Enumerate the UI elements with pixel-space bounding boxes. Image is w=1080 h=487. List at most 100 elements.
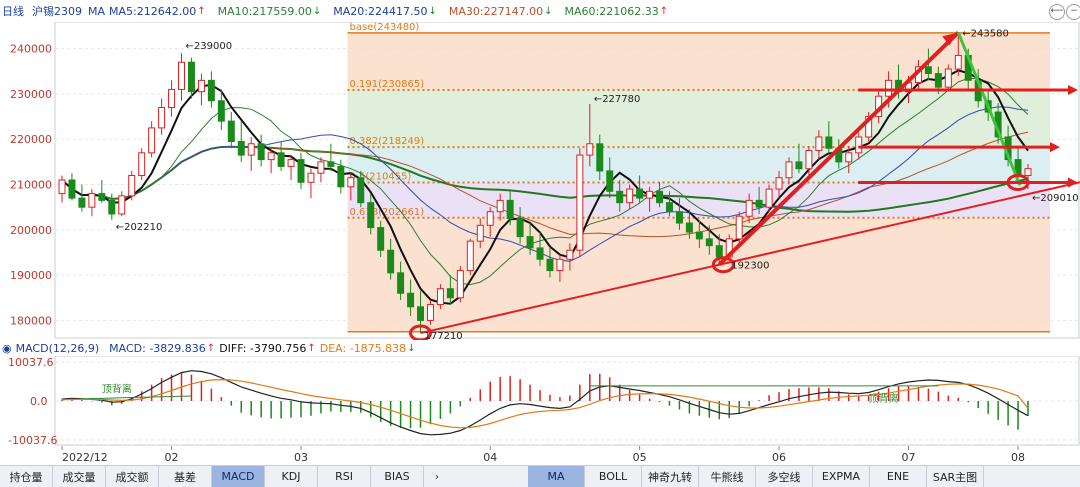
sub-indicator-tab[interactable]: 成交额 [106,466,159,487]
candle-body [466,240,474,272]
ma30-item: MA30:227147.00 ↓ [448,4,553,18]
sub-indicator-tab[interactable]: 基差 [159,466,212,487]
dea-value: DEA: -1875.838 [319,341,407,355]
macd-params: MACD(12,26,9) [15,341,100,355]
candle-body [735,215,743,240]
candle-body [755,199,763,208]
back-icon[interactable]: ⟵ [1049,4,1065,20]
candle-body [128,174,136,197]
x-tick-label: 2022/12 [62,451,108,464]
macd-y-tick: 10037.6 [8,356,54,369]
divergence-label: 顶背离 [869,392,899,405]
x-tick-label: 08 [1011,451,1025,464]
y-tick-label: 210000 [10,179,52,192]
macd-legend-bar: ◉ MACD(12,26,9) MACD: -3829.836 ↑ DIFF: -… [0,340,1080,356]
arrow-down-icon: ↓ [312,5,322,17]
candle-body [287,159,295,167]
macd-chart[interactable]: 10037.60.0-10037.6顶背离顶背离 [0,356,1080,446]
sub-indicator-tab[interactable]: MACD [212,466,265,487]
candle-body [347,177,355,188]
candle-body [267,152,275,161]
arrow-up-icon: ↑ [197,5,206,17]
sub-indicator-tab[interactable]: KDJ [265,466,318,487]
candle-body [775,177,783,190]
ma-legend-bar: 日线 沪锡2309 MA MA5:212642.00 ↑ MA10:217559.… [0,0,1080,22]
candle-body [556,258,564,272]
candle-body [78,197,86,208]
candle-body [924,66,932,75]
arrow-down-icon: ↓ [407,342,416,354]
candle-body [576,154,584,251]
main-indicator-tab[interactable]: SAR主图 [927,466,984,487]
main-indicator-tab[interactable]: MA [528,466,585,487]
candle-body [187,61,195,93]
main-indicator-tab[interactable]: BOLL [585,466,642,487]
sub-indicator-tab[interactable]: 成交量 [53,466,106,487]
macd-y-tick: 0.0 [30,395,48,408]
candle-body [626,188,634,204]
y-tick-label: 180000 [10,314,52,327]
sub-indicator-tab[interactable]: BIAS [371,466,424,487]
ma20-name: MA20 [333,4,365,18]
main-indicator-tab[interactable]: 多空线 [756,466,813,487]
candle-body [845,152,853,163]
sub-indicator-tab[interactable]: RSI [318,466,371,487]
candle-body [944,68,952,88]
candle-body [825,136,833,149]
ma10-value: 217559.00 [252,4,312,18]
candle-body [247,143,255,156]
x-axis: 2022/12 02 03 04 05 06 07 08 [61,446,1025,464]
candle-body [436,288,444,306]
candlestick-chart[interactable]: 240000 230000 220000 210000 200000 190000 1800… [0,22,1080,340]
main-indicator-tab[interactable]: ENE [870,466,927,487]
price-annotation: ←243580 [962,28,1009,39]
main-indicator-tab[interactable]: 神奇九转 [642,466,699,487]
main-indicator-tab[interactable]: EXPMA [813,466,870,487]
candle-body [656,190,664,204]
y-tick-label: 190000 [10,269,52,282]
fib-label: base(243480) [350,22,420,33]
ma5-value: 212642.00 [136,4,197,18]
candle-body [138,152,146,176]
candle-body [586,143,594,156]
candle-body [596,143,604,172]
fib-band [347,32,1050,91]
ma-prefix: MA MA5:212642.00 ↑ [88,4,206,18]
candle-body [148,127,156,154]
x-tick-label: 06 [772,451,786,464]
candle-body [307,172,315,183]
ma10-name: MA10 [217,4,249,18]
minus-icon[interactable]: − [1066,4,1080,20]
candle-body [297,159,305,183]
macd-collapse-icon[interactable]: ◉ [2,342,12,355]
candle-body [426,304,434,321]
candle-body [217,100,225,122]
candle-body [377,227,385,251]
arrow-head [1050,142,1060,153]
ma5-name: MA5 [109,4,134,18]
candle-body [934,73,942,88]
candle-body [407,292,415,308]
main-indicator-tab[interactable]: 牛熊线 [699,466,756,487]
candle-body [795,161,803,170]
sub-indicator-tab[interactable]: 持仓量 [0,466,53,487]
tabs-more-icon[interactable]: › [424,466,450,487]
candle-body [536,247,544,260]
ma60-item: MA60:221062.33 ↑ [564,4,669,18]
candle-body [546,258,554,272]
fib-label: 0.382(218249) [350,136,425,147]
candle-body [257,143,265,161]
candle-body [58,179,66,195]
candle-body [745,199,753,217]
candle-body [566,249,574,260]
arrow-down-icon: ↓ [544,5,553,17]
arrow-up-icon: ↑ [659,5,669,17]
x-tick-label: 03 [294,451,308,464]
arrow-head [1068,177,1078,188]
candle-body [227,120,235,142]
indicator-tab-bar: 持仓量 成交量 成交额 基差 MACD KDJ RSI BIAS › MA BOLL 神奇九转 牛熊… [0,465,1080,487]
symbol-label: 沪锡2309 [32,5,82,18]
candle-body [446,288,454,299]
candle-body [885,79,893,97]
candle-body [1024,168,1032,176]
